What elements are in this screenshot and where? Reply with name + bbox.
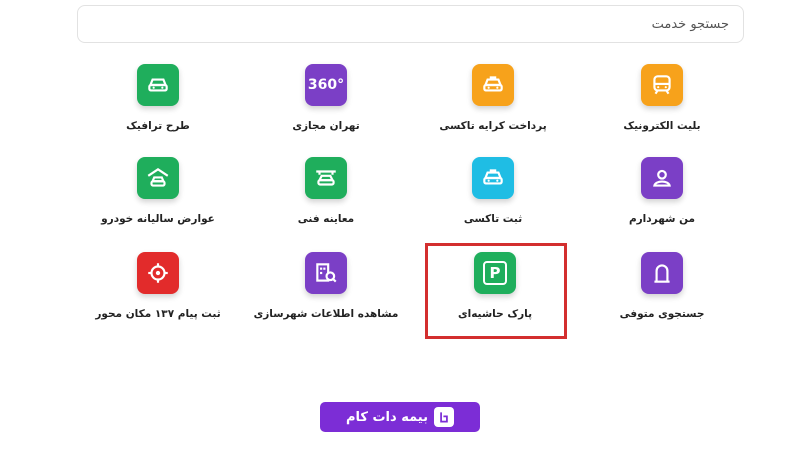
service-tile-register-taxi[interactable]: ثبت تاکسی bbox=[418, 157, 568, 237]
service-label: عوارض سالیانه خودرو bbox=[101, 213, 215, 225]
search-input[interactable] bbox=[78, 16, 729, 32]
ticket-icon bbox=[641, 64, 683, 106]
service-tile-deceased-search[interactable]: جستجوی متوفی bbox=[587, 252, 737, 332]
service-label: معاینه فنی bbox=[297, 213, 355, 225]
bimeh-logo: بیمه دات کام bbox=[320, 402, 480, 432]
service-tile-traffic-plan[interactable]: طرح ترافیک bbox=[83, 64, 233, 144]
tombstone-icon bbox=[641, 252, 683, 294]
car-icon bbox=[137, 64, 179, 106]
logo-text: بیمه دات کام bbox=[346, 409, 428, 425]
service-label: طرح ترافیک bbox=[126, 120, 190, 132]
search-bar[interactable] bbox=[77, 5, 744, 43]
service-tile-technical-inspection[interactable]: معاینه فنی bbox=[251, 157, 401, 237]
service-tile-urban-planning-info[interactable]: مشاهده اطلاعات شهرسازی bbox=[251, 252, 401, 332]
service-tile-annual-car-tax[interactable]: عوارض سالیانه خودرو bbox=[83, 157, 233, 237]
parking-icon: P bbox=[474, 252, 516, 294]
taxi-payment-icon bbox=[472, 64, 514, 106]
service-label: بلیت الکترونیک bbox=[623, 120, 701, 132]
service-label: ثبت پیام ۱۳۷ مکان محور bbox=[95, 308, 221, 320]
location-target-icon bbox=[137, 252, 179, 294]
service-label: جستجوی متوفی bbox=[619, 308, 705, 320]
service-label: من شهردارم bbox=[628, 213, 696, 225]
service-label: ثبت تاکسی bbox=[463, 213, 523, 225]
service-tile-street-parking[interactable]: P پارک حاشیه‌ای bbox=[420, 252, 570, 332]
service-label: مشاهده اطلاعات شهرسازی bbox=[253, 308, 399, 320]
360-icon: 360° bbox=[305, 64, 347, 106]
service-label: پارک حاشیه‌ای bbox=[457, 308, 533, 320]
service-tile-electronic-ticket[interactable]: بلیت الکترونیک bbox=[587, 64, 737, 144]
service-tile-virtual-tehran[interactable]: 360° تهران مجازی bbox=[251, 64, 401, 144]
taxi-icon bbox=[472, 157, 514, 199]
service-tile-taxi-payment[interactable]: پرداخت کرایه تاکسی bbox=[418, 64, 568, 144]
service-tile-137-message[interactable]: ثبت پیام ۱۳۷ مکان محور bbox=[83, 252, 233, 332]
car-inspection-icon bbox=[305, 157, 347, 199]
service-tile-i-am-mayor[interactable]: من شهردارم bbox=[587, 157, 737, 237]
logo-mark-icon bbox=[434, 407, 454, 427]
service-label: تهران مجازی bbox=[292, 120, 360, 132]
building-search-icon bbox=[305, 252, 347, 294]
user-icon bbox=[641, 157, 683, 199]
garage-car-icon bbox=[137, 157, 179, 199]
service-label: پرداخت کرایه تاکسی bbox=[439, 120, 547, 132]
